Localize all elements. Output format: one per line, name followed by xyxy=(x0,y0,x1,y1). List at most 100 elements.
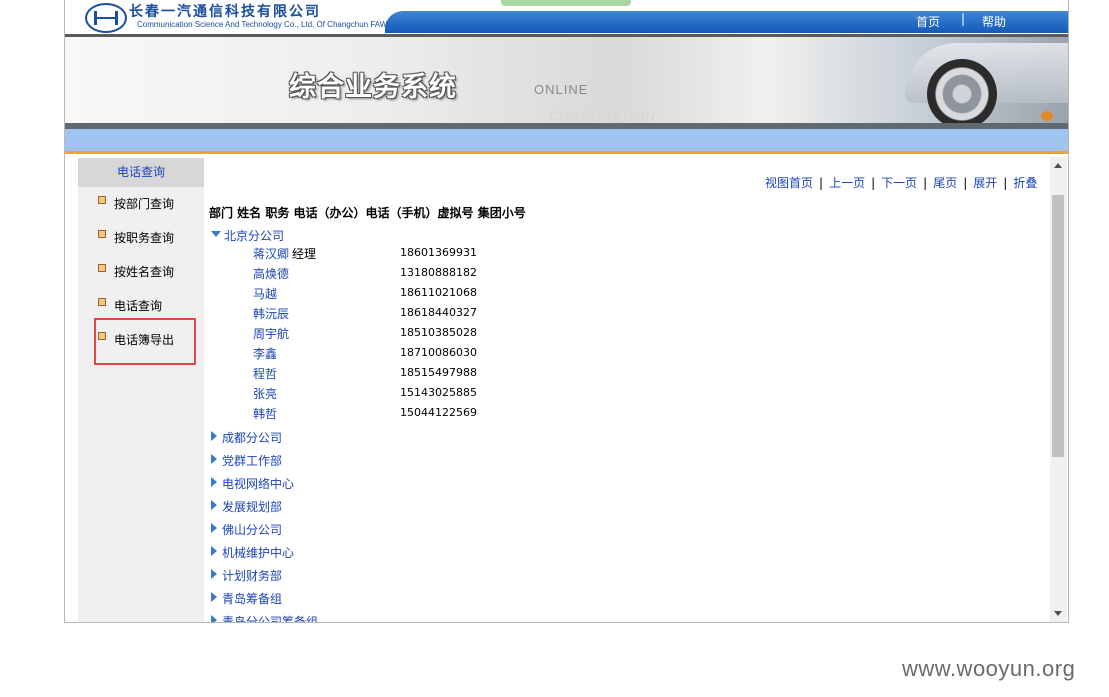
person-name[interactable]: 李鑫 xyxy=(253,347,277,361)
pager-last-link[interactable]: 尾页 xyxy=(933,176,957,190)
department-label: 成都分公司 xyxy=(222,431,283,445)
pager-separator: | xyxy=(963,176,968,190)
sidebar: 电话查询 按部门查询 按职务查询 按姓名查询 电话查询 电话簿导出 xyxy=(78,158,204,622)
person-name[interactable]: 周宇航 xyxy=(253,327,289,341)
pager-prev-link[interactable]: 上一页 xyxy=(829,176,865,190)
person-row: 程哲 18515497988 xyxy=(253,365,477,385)
scroll-up-icon[interactable] xyxy=(1054,163,1062,168)
person-mobile: 18710086030 xyxy=(400,346,477,359)
expand-arrow-icon xyxy=(211,615,217,622)
person-row: 周宇航 18510385028 xyxy=(253,325,477,345)
person-mobile: 18601369931 xyxy=(400,246,477,259)
tree-node-expanded[interactable]: 北京分公司 xyxy=(211,227,284,244)
top-bar: 长春一汽通信科技有限公司 Communication Science And T… xyxy=(65,0,1068,34)
person-mobile: 15044122569 xyxy=(400,406,477,419)
person-mobile: 13180888182 xyxy=(400,266,477,279)
pager-separator: | xyxy=(819,176,824,190)
collapse-arrow-icon xyxy=(211,231,221,237)
department-label: 党群工作部 xyxy=(222,454,283,468)
sidebar-item-label: 电话查询 xyxy=(114,299,163,313)
sidebar-item-by-department[interactable]: 按部门查询 xyxy=(98,193,174,215)
tree-node[interactable]: 青岛分公司筹备组 xyxy=(211,613,319,623)
person-name[interactable]: 高焕德 xyxy=(253,267,289,281)
system-title: 综合业务系统 xyxy=(289,72,457,103)
pager-collapse-link[interactable]: 折叠 xyxy=(1013,176,1037,190)
person-name[interactable]: 韩沅辰 xyxy=(253,307,289,321)
tree-node[interactable]: 机械维护中心 xyxy=(211,544,294,561)
pager-first-link[interactable]: 视图首页 xyxy=(765,176,813,190)
person-row: 韩沅辰 18618440327 xyxy=(253,305,477,325)
app-frame: 长春一汽通信科技有限公司 Communication Science And T… xyxy=(64,0,1069,623)
tree-node[interactable]: 成都分公司 xyxy=(211,429,282,446)
department-label: 发展规划部 xyxy=(222,500,283,514)
pager-next-link[interactable]: 下一页 xyxy=(881,176,917,190)
bullet-icon xyxy=(98,264,106,272)
sidebar-item-label: 按姓名查询 xyxy=(114,265,175,279)
department-label: 机械维护中心 xyxy=(222,546,295,560)
banner-online-text: ONLINE xyxy=(534,82,589,97)
person-name[interactable]: 韩哲 xyxy=(253,407,277,421)
person-row: 李鑫 18710086030 xyxy=(253,345,477,365)
top-nav-bar xyxy=(385,11,1068,33)
person-row: 蒋汉卿 经理 18601369931 xyxy=(253,245,477,265)
person-mobile: 18618440327 xyxy=(400,306,477,319)
expand-arrow-icon xyxy=(211,454,217,464)
person-row: 高焕德 13180888182 xyxy=(253,265,477,285)
expand-arrow-icon xyxy=(211,477,217,487)
person-row: 马越 18611021068 xyxy=(253,285,477,305)
person-mobile: 15143025885 xyxy=(400,386,477,399)
pager-expand-link[interactable]: 展开 xyxy=(973,176,997,190)
car-light-image xyxy=(1041,111,1053,121)
sidebar-title: 电话查询 xyxy=(78,158,204,187)
tree-node[interactable]: 发展规划部 xyxy=(211,498,282,515)
sidebar-item-by-position[interactable]: 按职务查询 xyxy=(98,227,174,249)
person-title: 经理 xyxy=(292,247,317,261)
sidebar-item-label: 按部门查询 xyxy=(114,197,175,211)
table-header: 部门 姓名 职务 电话（办公）电话（手机）虚拟号 集团小号 xyxy=(209,206,526,220)
sidebar-item-by-name[interactable]: 按姓名查询 xyxy=(98,261,174,283)
watermark: www.wooyun.org xyxy=(902,656,1076,681)
bullet-icon xyxy=(98,196,106,204)
tree-node[interactable]: 电视网络中心 xyxy=(211,475,294,492)
person-name[interactable]: 张亮 xyxy=(253,387,277,401)
person-row: 张亮 15143025885 xyxy=(253,385,477,405)
blue-divider-bar xyxy=(65,129,1068,154)
vertical-scrollbar[interactable] xyxy=(1050,157,1067,622)
tree-node[interactable]: 党群工作部 xyxy=(211,452,282,469)
pager-separator: | xyxy=(871,176,876,190)
company-name-cn: 长春一汽通信科技有限公司 xyxy=(129,4,321,20)
nav-separator: | xyxy=(961,12,966,26)
person-mobile: 18515497988 xyxy=(400,366,477,379)
tree-node[interactable]: 计划财务部 xyxy=(211,567,282,584)
banner: 综合业务系统 ONLINE CORPORATION xyxy=(65,34,1068,130)
expand-arrow-icon xyxy=(211,500,217,510)
sidebar-item-phone-search[interactable]: 电话查询 xyxy=(98,295,162,317)
tree-node[interactable]: 佛山分公司 xyxy=(211,521,282,538)
nav-home-link[interactable]: 首页 xyxy=(916,13,940,30)
scroll-down-icon[interactable] xyxy=(1054,611,1062,616)
expand-arrow-icon xyxy=(211,523,217,533)
expand-arrow-icon xyxy=(211,592,217,602)
pager-separator: | xyxy=(923,176,928,190)
car-wheel-image xyxy=(927,59,997,129)
highlight-box xyxy=(94,318,196,365)
scroll-thumb[interactable] xyxy=(1052,195,1064,457)
department-label: 青岛分公司筹备组 xyxy=(222,615,319,623)
person-name[interactable]: 蒋汉卿 xyxy=(253,247,289,261)
tree-node[interactable]: 青岛筹备组 xyxy=(211,590,282,607)
person-name[interactable]: 马越 xyxy=(253,287,277,301)
pager-separator: | xyxy=(1003,176,1008,190)
bullet-icon xyxy=(98,298,106,306)
expand-arrow-icon xyxy=(211,569,217,579)
pager: 视图首页 | 上一页 | 下一页 | 尾页 | 展开 | 折叠 xyxy=(765,174,1037,191)
department-label: 电视网络中心 xyxy=(222,477,295,491)
bullet-icon xyxy=(98,230,106,238)
department-label: 青岛筹备组 xyxy=(222,592,283,606)
expand-arrow-icon xyxy=(211,431,217,441)
banner-corporation-text: CORPORATION xyxy=(549,108,656,123)
person-name[interactable]: 程哲 xyxy=(253,367,277,381)
person-mobile: 18611021068 xyxy=(400,286,477,299)
expand-arrow-icon xyxy=(211,546,217,556)
nav-help-link[interactable]: 帮助 xyxy=(982,13,1006,30)
department-label: 佛山分公司 xyxy=(222,523,283,537)
